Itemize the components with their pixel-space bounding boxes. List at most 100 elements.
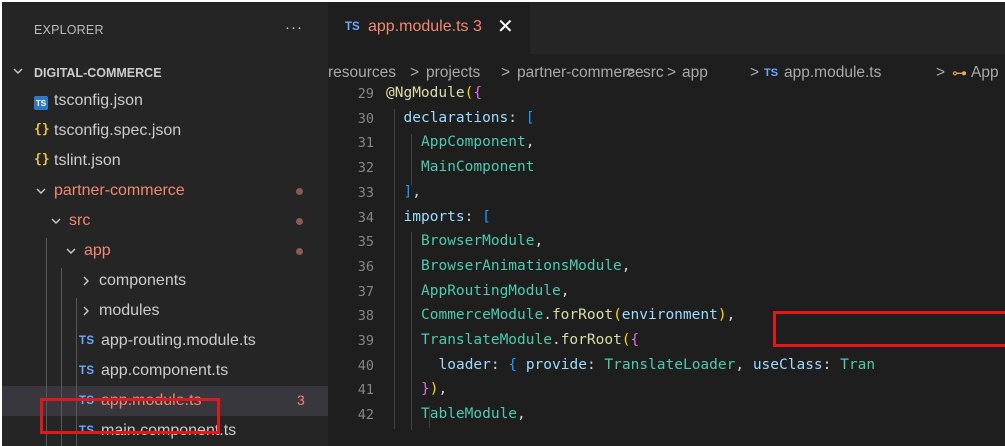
code-line[interactable]: AppComponent,: [421, 134, 535, 150]
line-number: 37: [357, 283, 374, 300]
line-number: 40: [357, 357, 374, 374]
breadcrumb-segment[interactable]: resources: [328, 64, 396, 82]
tree-folder[interactable]: src: [2, 206, 328, 236]
code-token: useClass: [752, 356, 823, 373]
breadcrumb-segment[interactable]: app.module.ts: [784, 64, 881, 82]
code-token: [: [482, 208, 491, 225]
line-number: 36: [357, 258, 374, 275]
breadcrumb-segment[interactable]: src: [643, 64, 664, 82]
code-line[interactable]: AppRoutingModule,: [421, 283, 569, 299]
code-token: BrowserModule: [421, 233, 535, 250]
code-token: :: [464, 208, 483, 225]
code-indent-guide: [411, 232, 412, 430]
code-line[interactable]: loader: { provide: TranslateLoader, useC…: [439, 357, 876, 373]
tree-item-label: components: [99, 272, 187, 289]
code-line[interactable]: declarations: [: [404, 110, 535, 126]
code-token: {: [630, 332, 640, 348]
code-line[interactable]: MainComponent: [421, 159, 535, 175]
code-line[interactable]: imports: [: [404, 209, 491, 225]
error-dot-icon: [296, 188, 303, 195]
typescript-file-icon: TS: [764, 67, 779, 79]
chevron-down-icon: [66, 248, 76, 254]
code-line[interactable]: BrowserAnimationsModule,: [421, 258, 631, 274]
tree-item-label: modules: [99, 302, 160, 319]
tab-app-module[interactable]: TS app.module.ts 3 ✕: [328, 2, 530, 54]
code-token: (: [621, 332, 631, 348]
code-token: ,: [534, 233, 544, 250]
code-line[interactable]: CommerceModule.forRoot(environment),: [421, 307, 735, 323]
code-line[interactable]: }),: [421, 381, 447, 397]
more-actions-icon[interactable]: ···: [285, 19, 303, 36]
code-indent-guide: [394, 109, 395, 429]
line-number: 35: [357, 234, 374, 251]
explorer-sidebar: EXPLORER ··· {}tsconfig.app.jsonTStsconf…: [2, 2, 328, 446]
tree-file[interactable]: {} tslint.json: [2, 146, 328, 176]
chevron-right-icon: [83, 276, 89, 286]
line-number: 34: [357, 209, 374, 226]
tree-file[interactable]: {} tsconfig.spec.json: [2, 116, 328, 146]
code-token: loader: [438, 356, 491, 373]
code-line[interactable]: BrowserModule,: [421, 233, 543, 249]
code-token: ): [717, 307, 727, 324]
code-token: imports: [403, 208, 465, 225]
breadcrumb-segment[interactable]: projects: [426, 64, 480, 82]
code-line[interactable]: ],: [404, 184, 421, 200]
code-token: {: [473, 85, 483, 101]
tree-folder[interactable]: modules: [2, 296, 328, 326]
code-line[interactable]: @NgModule({: [386, 85, 482, 101]
breadcrumb-segment[interactable]: partner-commerce: [517, 64, 644, 82]
tree-folder[interactable]: app: [2, 236, 328, 266]
workspace-root-label: DIGITAL-COMMERCE: [34, 66, 162, 80]
code-token: AppRoutingModule: [421, 282, 561, 299]
error-dot-icon: [296, 248, 303, 255]
code-token: ,: [517, 406, 526, 423]
tree-file[interactable]: TS tsconfig.json: [2, 86, 328, 116]
tree-item-label: app.component.ts: [101, 362, 229, 379]
workspace-section-header[interactable]: DIGITAL-COMMERCE: [2, 62, 328, 84]
code-token: ,: [560, 282, 570, 299]
code-indent-guide: [429, 406, 430, 428]
breadcrumb-segment[interactable]: app: [682, 64, 708, 82]
code-token: forRoot: [551, 307, 614, 324]
line-number: 29: [357, 86, 374, 102]
tree-file[interactable]: TS app.component.ts: [2, 356, 328, 386]
editor-area: TS app.module.ts 3 ✕ resources > projects >…: [328, 2, 1005, 446]
code-token: @NgModule: [386, 85, 465, 101]
code-token: declarations: [403, 109, 509, 126]
typescript-file-icon: TS: [79, 335, 95, 347]
tab-label: app.module.ts 3: [368, 18, 482, 35]
code-token: {: [508, 356, 518, 373]
code-token: TranslateModule: [421, 332, 552, 348]
code-indent-guide: [411, 134, 412, 186]
code-line[interactable]: TableModule,: [421, 406, 526, 422]
typescript-file-icon: TS: [345, 21, 360, 33]
code-token: ,: [735, 356, 753, 373]
json-file-icon: {}: [34, 122, 50, 137]
line-number: 42: [357, 407, 374, 424]
tree-folder[interactable]: partner-commerce: [2, 176, 328, 206]
code-token: provide: [525, 356, 587, 373]
code-token: BrowserAnimationsModule: [421, 257, 622, 274]
code-token: MainComponent: [421, 159, 535, 176]
code-editor[interactable]: 29 @NgModule({30 declarations: [31 AppCompo…: [328, 82, 1005, 446]
class-symbol-icon: ⊶: [952, 65, 967, 82]
explorer-title: EXPLORER: [34, 23, 104, 37]
line-number: 30: [357, 110, 374, 127]
screenshot-frame: EXPLORER ··· {}tsconfig.app.jsonTStsconf…: [0, 0, 1005, 446]
code-token: environment: [621, 307, 718, 324]
chevron-down-icon: [36, 188, 46, 194]
tab-bar: TS app.module.ts 3 ✕: [328, 2, 1005, 54]
error-dot-icon: [296, 218, 303, 225]
line-number: 32: [357, 160, 374, 177]
tree-item-label: src: [69, 212, 91, 229]
close-icon[interactable]: ✕: [497, 14, 514, 39]
chevron-down-icon: [51, 218, 61, 224]
tree-folder[interactable]: components: [2, 266, 328, 296]
breadcrumb-separator: >: [626, 64, 636, 81]
code-token: :: [490, 356, 509, 373]
code-line[interactable]: TranslateModule.forRoot({: [421, 332, 639, 348]
explorer-header: EXPLORER ···: [2, 2, 328, 54]
tree-file[interactable]: TS app-routing.module.ts: [2, 326, 328, 356]
breadcrumb-segment[interactable]: App: [971, 64, 999, 82]
line-number: 31: [357, 135, 374, 152]
